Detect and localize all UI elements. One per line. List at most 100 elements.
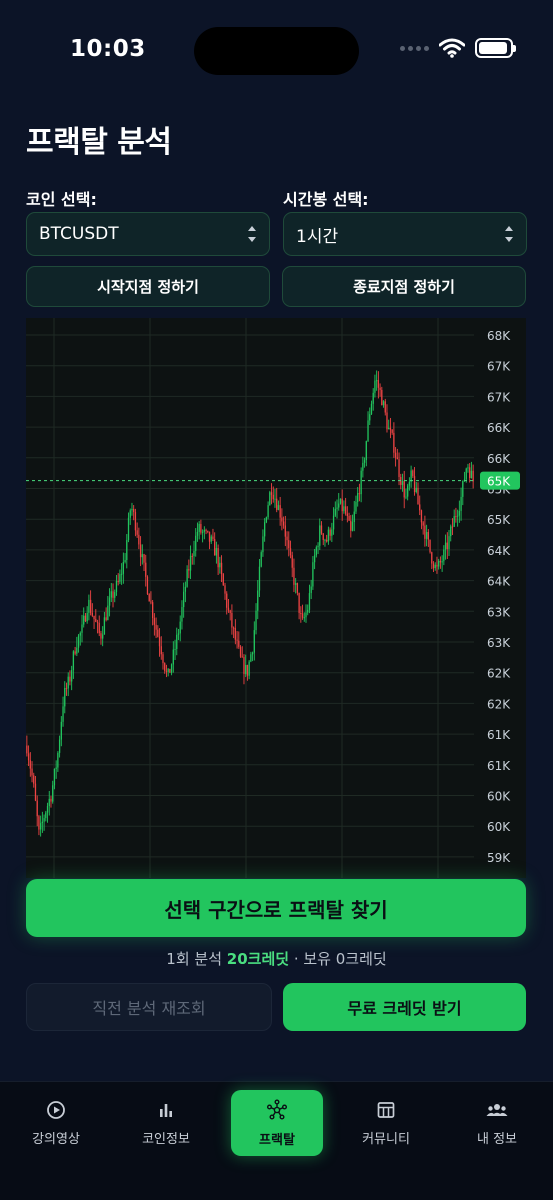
candle (67, 672, 69, 697)
set-end-point-button[interactable]: 종료지점 정하기 (282, 266, 526, 307)
candle (389, 417, 392, 439)
candle (370, 400, 373, 415)
candle (348, 512, 350, 521)
battery-icon (475, 38, 516, 58)
y-tick-label: 67K (487, 360, 511, 374)
candle (289, 540, 292, 559)
candle (339, 498, 342, 505)
candle (172, 641, 174, 673)
candle (329, 527, 331, 541)
candle (212, 528, 214, 541)
candle (241, 646, 243, 658)
candle (405, 488, 407, 500)
candle (365, 440, 367, 467)
candle (427, 529, 429, 547)
candle (110, 583, 112, 603)
status-time: 10:03 (70, 36, 146, 62)
candle (165, 664, 168, 678)
candle (120, 563, 123, 585)
candle (131, 502, 133, 516)
candle (265, 516, 268, 524)
candle (50, 795, 52, 808)
candlestick-chart[interactable]: 68K 67K 67K 66K 66K 65K 65K 64K 64K 63K 63K 62K 62K 6… (26, 318, 526, 878)
candle (48, 790, 50, 816)
candle (274, 488, 276, 508)
candle (436, 556, 438, 574)
candle (291, 551, 293, 578)
candle (127, 512, 130, 543)
tab-community[interactable]: 커뮤니티 (340, 1090, 432, 1156)
find-fractal-button[interactable]: 선택 구간으로 프랙탈 찾기 (26, 879, 526, 937)
candle (344, 497, 347, 516)
candle (29, 752, 31, 777)
candle (346, 506, 349, 523)
candle (367, 411, 369, 443)
candle (39, 815, 42, 837)
candle (108, 588, 111, 617)
candle (46, 802, 49, 823)
y-tick-label: 59K (487, 851, 511, 865)
candle (83, 607, 85, 628)
candle (102, 626, 104, 647)
tab-label: 코인정보 (142, 1131, 190, 1147)
candle (434, 562, 436, 571)
candle (460, 487, 462, 521)
candle (446, 532, 448, 560)
candle (251, 651, 254, 662)
candle (55, 760, 57, 779)
candle (403, 470, 405, 509)
candle (158, 628, 161, 657)
candle (331, 522, 333, 543)
candle (413, 467, 416, 496)
candle (276, 487, 278, 513)
get-free-credit-button[interactable]: 무료 크레딧 받기 (283, 983, 526, 1031)
candle (58, 735, 61, 758)
candle (269, 490, 271, 506)
candle (248, 659, 250, 680)
candle (112, 583, 114, 608)
candle (470, 461, 473, 479)
reload-last-analysis-button[interactable]: 직전 분석 재조회 (26, 983, 272, 1031)
y-tick-label: 61K (487, 728, 511, 742)
candle (250, 651, 252, 663)
candle (296, 582, 299, 596)
candle (377, 371, 380, 399)
set-start-point-button[interactable]: 시작지점 정하기 (26, 266, 270, 307)
candle (122, 552, 125, 584)
candle (301, 604, 304, 620)
coin-select-value: BTCUSDT (39, 224, 119, 244)
bar-chart-icon (160, 1103, 172, 1117)
candle (336, 499, 338, 519)
timeframe-select[interactable]: 1시간 (283, 212, 527, 256)
candle (253, 621, 255, 661)
tab-fractal[interactable]: 프랙탈 (231, 1090, 323, 1156)
candle (195, 528, 197, 557)
candle (315, 545, 317, 558)
candle (229, 609, 231, 621)
tab-coin-info[interactable]: 코인정보 (120, 1090, 212, 1156)
candle (379, 383, 381, 397)
candle (207, 530, 209, 534)
coin-select[interactable]: BTCUSDT (26, 212, 270, 256)
candle (394, 447, 397, 467)
y-tick-label: 62K (487, 697, 511, 711)
candle (400, 473, 402, 490)
y-tick-label: 63K (487, 605, 511, 619)
candle (36, 795, 38, 827)
tab-lectures[interactable]: 강의영상 (10, 1090, 102, 1156)
candle (374, 374, 376, 398)
y-tick-label: 63K (487, 636, 511, 650)
candle (193, 540, 195, 565)
candle (96, 619, 99, 634)
candle (162, 651, 164, 670)
tab-my-info[interactable]: 내 정보 (451, 1090, 543, 1156)
candle (174, 639, 176, 661)
candle (176, 627, 178, 656)
candle (362, 456, 364, 478)
timeframe-select-label: 시간봉 선택: (283, 190, 369, 209)
chevron-updown-icon (247, 225, 257, 243)
candle (308, 584, 311, 614)
price-chart[interactable]: 68K 67K 67K 66K 66K 65K 65K 64K 64K 63K 63K 62K 62K 6… (26, 318, 526, 878)
candle (455, 507, 457, 523)
candle (324, 538, 326, 547)
